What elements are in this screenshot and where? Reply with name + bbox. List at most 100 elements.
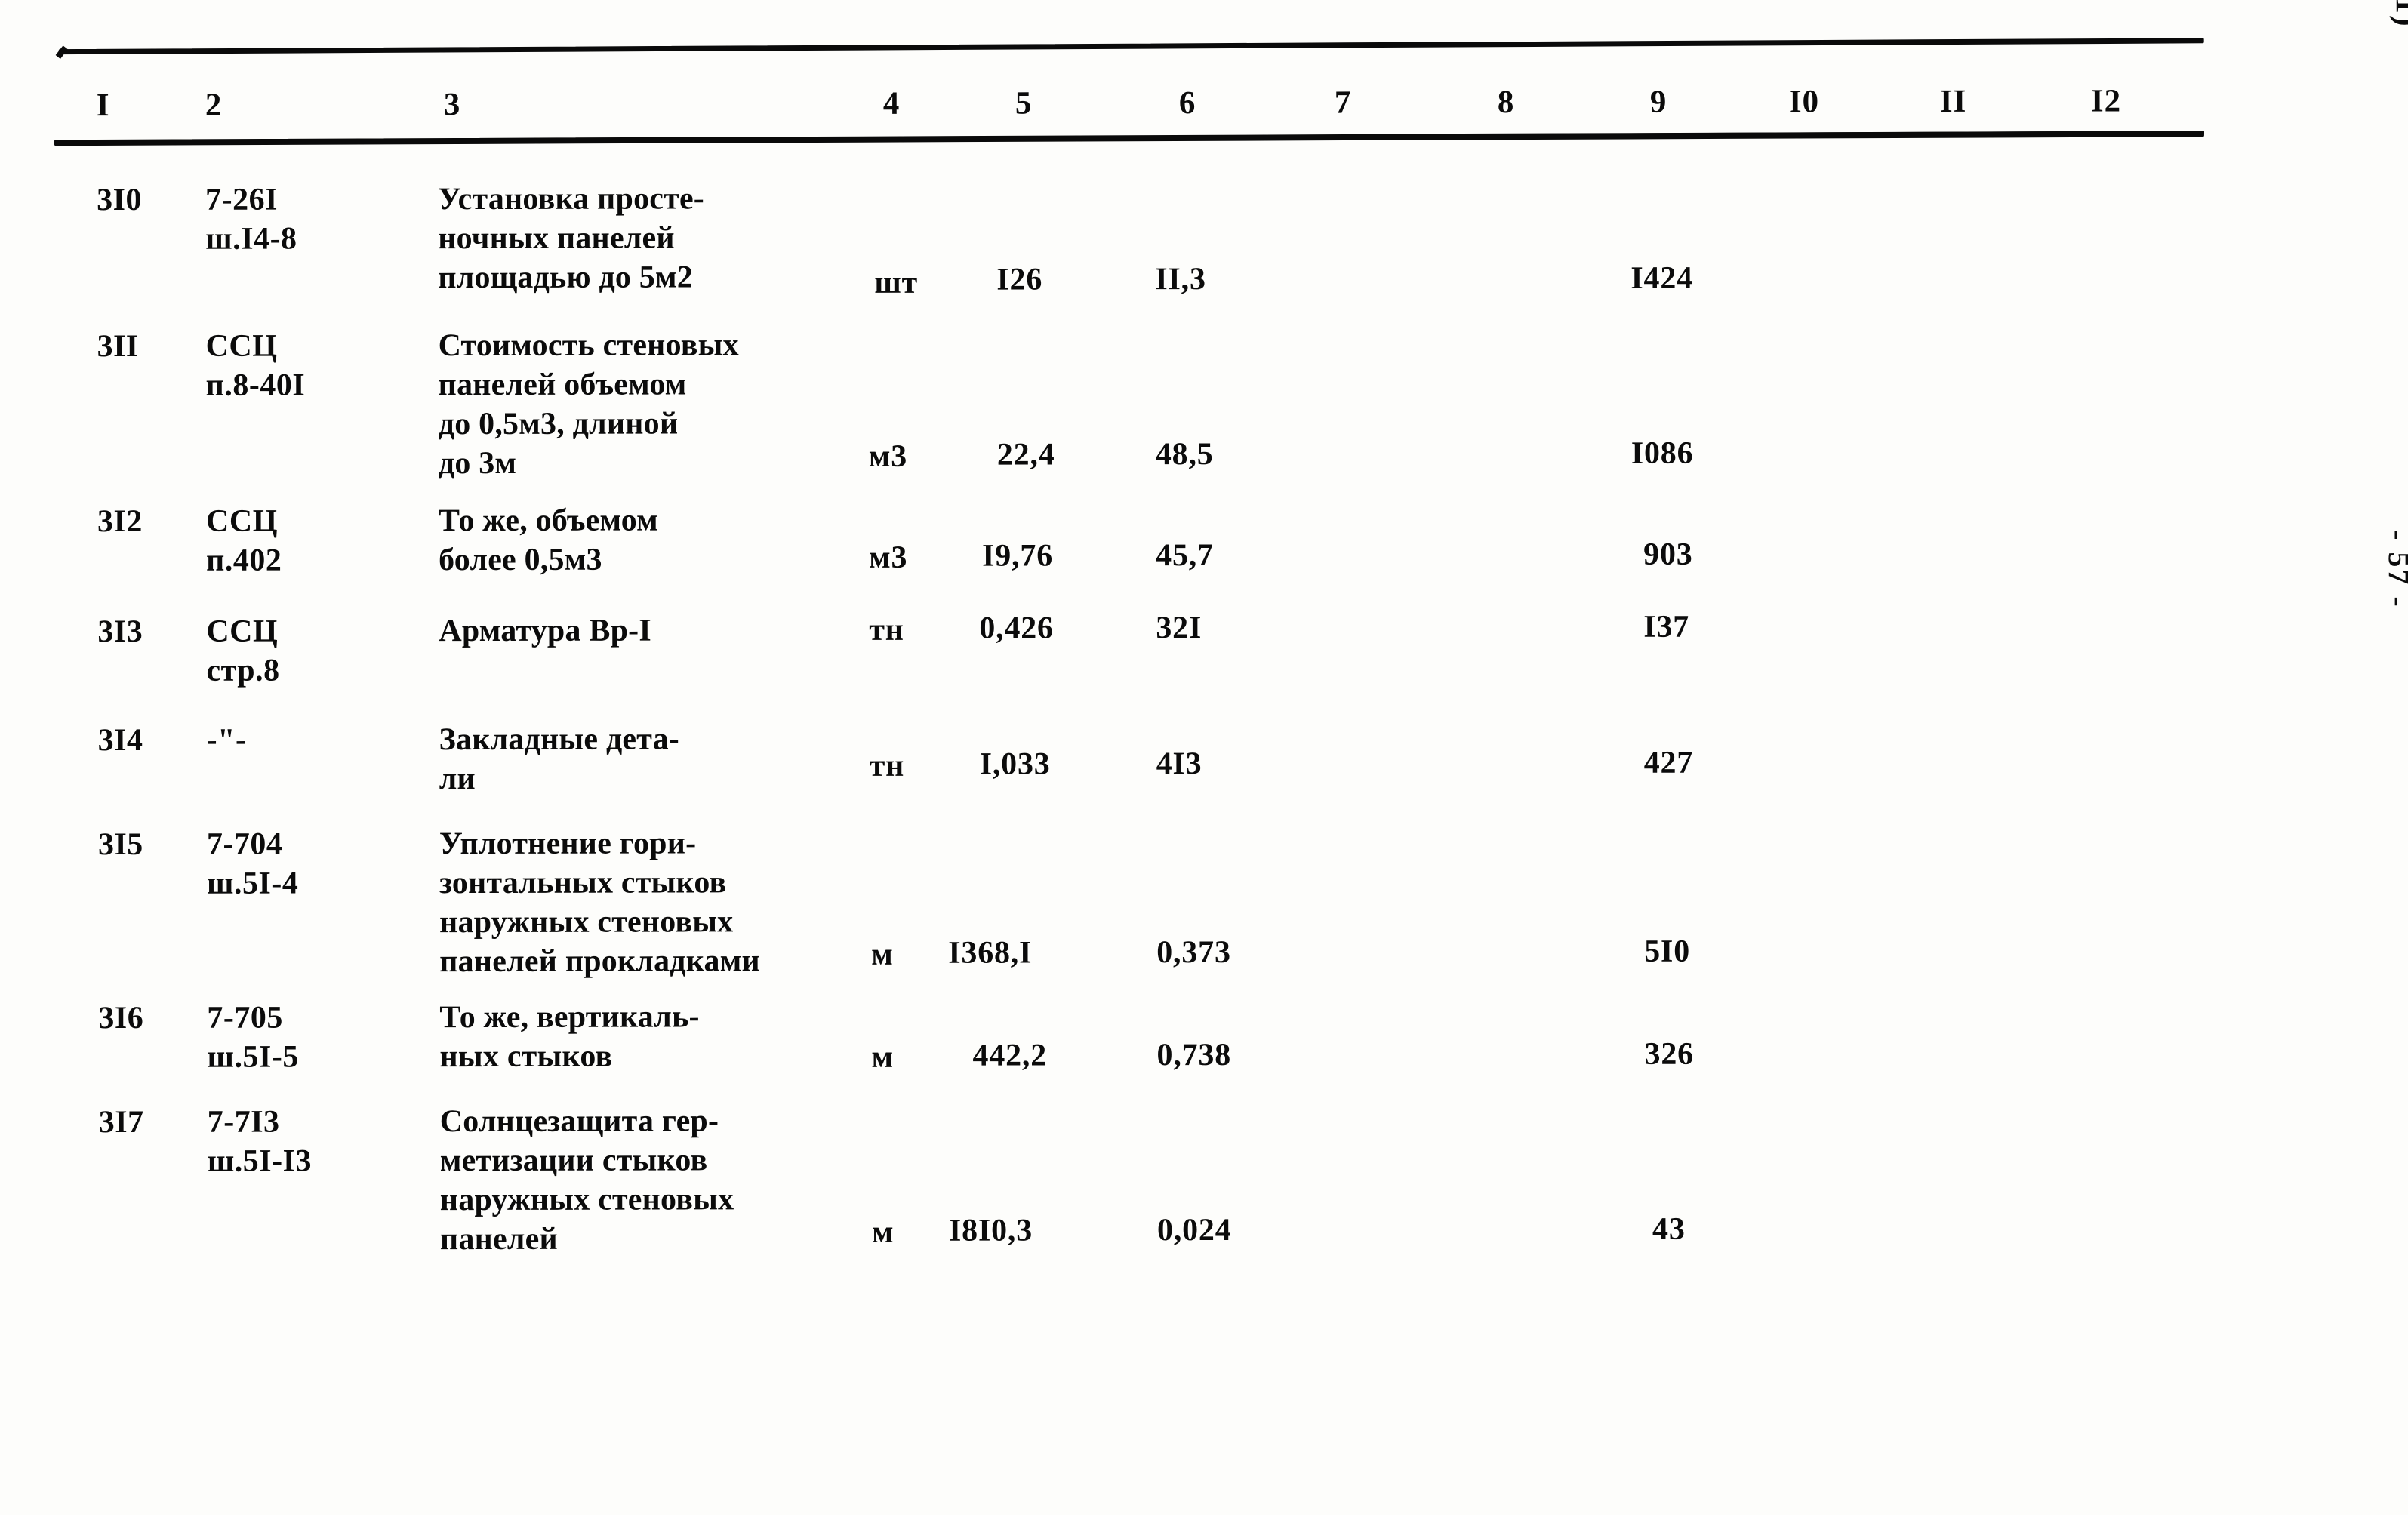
table-row: 3I3 ССЦ стр.8 Арматура Вр-I тн 0,426 32I…: [0, 0, 2408, 688]
row-description-line-2: зонтальных стыков: [439, 865, 727, 901]
row-col9: 326: [1644, 1036, 1694, 1072]
row-description-line-3: наружных стеновых: [439, 904, 734, 940]
row-description-line-2: ли: [439, 762, 476, 797]
row-col5: I8I0,3: [948, 1213, 1033, 1248]
row-col6: 45,7: [1156, 537, 1214, 574]
document-reference-code: 503 - 1-33.85 УП(1): [2388, 0, 2408, 28]
column-header-9: 9: [1649, 84, 1667, 120]
row-col5: I,033: [979, 746, 1051, 782]
page-skew-wrapper: I 2 3 4 5 6 7 8 9 I0 II I2 3I0 7-26I ш.I…: [0, 0, 2408, 1517]
row-number: 3I2: [97, 503, 143, 540]
row-description-line-2: ночных панелей: [438, 220, 675, 257]
row-code-line-1: 7-704: [206, 826, 283, 862]
table-row: 3I2 ССЦ п.402 То же, объемом более 0,5м3…: [0, 0, 2408, 578]
document-page: I 2 3 4 5 6 7 8 9 I0 II I2 3I0 7-26I ш.I…: [0, 0, 2408, 1515]
row-col9: I37: [1643, 609, 1690, 645]
row-col6: 0,024: [1156, 1212, 1232, 1248]
row-number: 3I4: [97, 722, 143, 758]
row-description-line-1: Уплотнение гори-: [439, 826, 697, 862]
row-description-line-2: панелей объемом: [438, 367, 687, 403]
row-col5: 442,2: [972, 1038, 1048, 1073]
row-col6: 0,373: [1156, 934, 1231, 971]
row-unit: тн: [869, 612, 904, 648]
row-number: 3I3: [97, 614, 143, 650]
column-header-1: I: [96, 88, 110, 124]
column-header-2: 2: [205, 87, 223, 123]
row-description-line-1: Закладные дета-: [439, 722, 680, 758]
row-code-line-1: ССЦ: [206, 614, 279, 649]
table-row: 3I7 7-7I3 ш.5I-I3 Солнцезащита гер- мети…: [0, 0, 2408, 1257]
row-col5: I26: [996, 262, 1043, 297]
row-description-line-4: панелей: [439, 1221, 558, 1257]
row-unit: м: [871, 937, 894, 972]
row-number: 3I0: [97, 182, 143, 218]
table-top-border: [58, 38, 2204, 55]
column-header-6: 6: [1178, 85, 1196, 122]
row-description-line-2: метизации стыков: [439, 1143, 708, 1179]
row-code-line-2: ш.5I-I3: [207, 1143, 312, 1179]
row-unit: м: [871, 1214, 895, 1250]
row-number: 3I5: [97, 826, 143, 863]
row-description-line-4: панелей прокладками: [439, 943, 760, 980]
row-col9: 43: [1652, 1211, 1686, 1247]
column-header-11: II: [1939, 83, 1967, 119]
row-unit: тн: [869, 748, 905, 783]
row-number: 3I6: [98, 1000, 144, 1036]
row-code-line-2: ш.I4-8: [205, 221, 297, 257]
row-description-line-1: Арматура Вр-I: [439, 613, 651, 649]
row-col6: 32I: [1156, 611, 1202, 646]
row-col5: 22,4: [996, 437, 1055, 472]
row-col6: 4I3: [1156, 746, 1202, 782]
row-unit: м3: [868, 438, 908, 474]
table-row: 3 II ССЦ п.8-40I Стоимость стеновых панел…: [0, 0, 2408, 481]
row-description-line-3: наружных стеновых: [439, 1182, 734, 1218]
row-col5: I9,76: [982, 538, 1054, 574]
column-header-3: 3: [443, 87, 461, 123]
row-description-line-3: площадью до 5м2: [438, 260, 694, 296]
row-col6: 0,738: [1156, 1037, 1232, 1073]
column-header-10: I0: [1788, 84, 1820, 120]
row-code-line-1: 7-26I: [205, 182, 279, 217]
row-description-line-1: Стоимость стеновых: [438, 328, 739, 364]
row-number: 3I7: [98, 1104, 144, 1140]
row-code-line-1: ССЦ: [205, 328, 278, 364]
row-code-line-1: 7-7I3: [207, 1104, 280, 1140]
row-description-line-1: Солнцезащита гер-: [439, 1103, 719, 1140]
column-header-4: 4: [882, 85, 901, 122]
row-description-line-2: более 0,5м3: [439, 542, 602, 578]
row-col6: 48,5: [1155, 436, 1214, 472]
page-number: - 57 -: [2382, 529, 2408, 609]
column-header-12: I2: [2090, 83, 2122, 119]
row-col9: I086: [1630, 435, 1694, 471]
row-description-line-3: до 0,5м3, длиной: [438, 406, 679, 442]
table-row: 3I5 7-704 ш.5I-4 Уплотнение гори- зонтал…: [0, 0, 2408, 979]
row-code-ditto: -"-: [206, 722, 247, 758]
row-description-line-1: То же, объемом: [438, 503, 658, 539]
row-description-line-1: Установка просте-: [438, 181, 705, 217]
row-code-line-2: п.402: [206, 543, 282, 578]
row-code-line-2: ш.5I-4: [206, 866, 299, 901]
row-description-line-2: ных стыков: [439, 1039, 613, 1075]
table-row: 3I0 7-26I ш.I4-8 Установка просте- ночны…: [0, 0, 2408, 300]
column-header-7: 7: [1334, 85, 1352, 121]
table-row: 3I4 -"- Закладные дета- ли тн I,033 4 I3 …: [0, 0, 2408, 796]
column-header-8: 8: [1497, 85, 1515, 121]
row-code-line-1: 7-705: [207, 1000, 283, 1035]
row-col9: I424: [1630, 260, 1693, 296]
row-unit: шт: [874, 265, 919, 300]
row-code-line-2: стр.8: [206, 653, 280, 688]
row-code-line-2: ш.5I-5: [207, 1039, 299, 1075]
row-description-line-1: То же, вертикаль-: [439, 999, 700, 1035]
column-header-5: 5: [1015, 85, 1033, 122]
table-row: 3I6 7-705 ш.5I-5 То же, вертикаль- ных с…: [0, 0, 2408, 1075]
row-col6: II,3: [1155, 261, 1206, 297]
row-unit: м3: [869, 540, 908, 575]
row-code-line-1: ССЦ: [205, 503, 278, 539]
row-code-line-2: п.8-40I: [205, 368, 306, 403]
row-col5: 0,426: [979, 611, 1054, 646]
row-unit: м: [871, 1039, 894, 1075]
row-col9: 427: [1643, 745, 1694, 780]
row-col5: I368,I: [948, 935, 1033, 971]
row-col9: 903: [1643, 537, 1693, 572]
row-col9: 5I0: [1644, 934, 1691, 969]
